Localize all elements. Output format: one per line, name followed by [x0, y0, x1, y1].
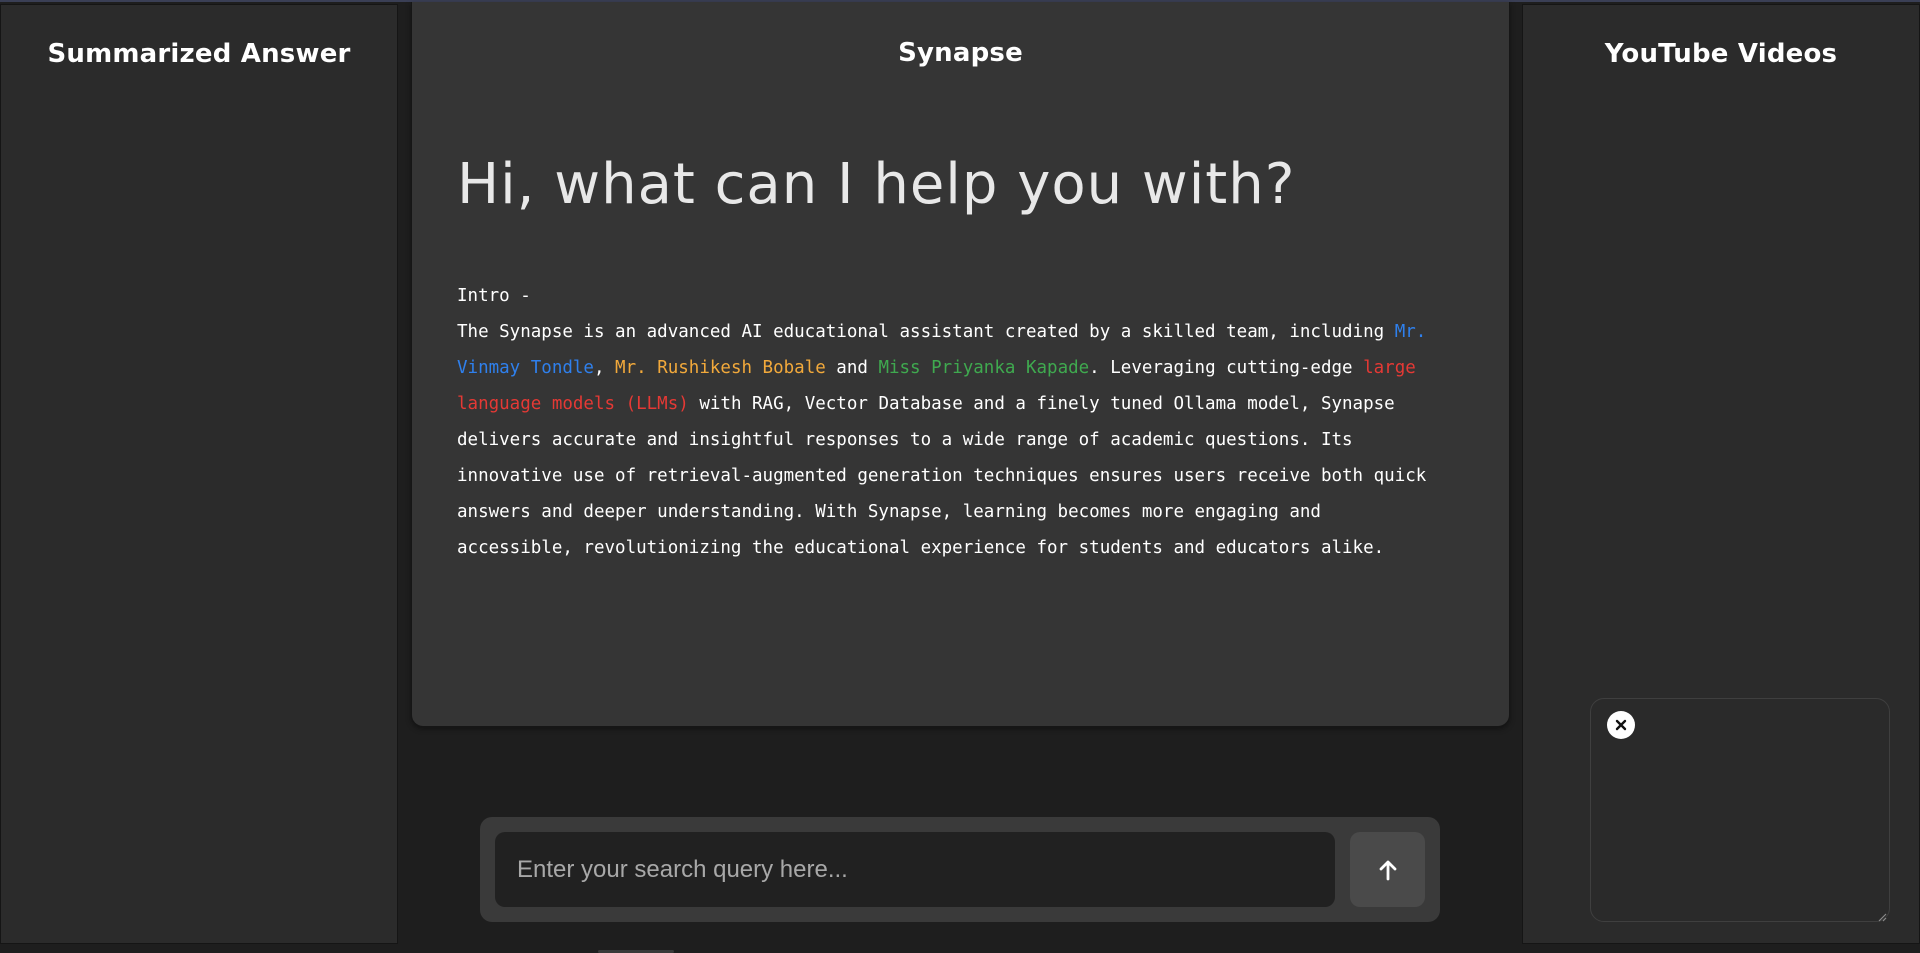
greeting-heading: Hi, what can I help you with? [457, 152, 1296, 217]
intro-separator-1: , [593, 358, 616, 378]
arrow-up-icon [1379, 860, 1396, 880]
summarized-answer-title: Summarized Answer [47, 39, 351, 69]
send-button[interactable] [1350, 832, 1425, 907]
youtube-videos-title: YouTube Videos [1604, 39, 1838, 69]
intro-text: Intro - The Synapse is an advanced AI ed… [457, 278, 1447, 566]
app-title: Synapse [898, 38, 1023, 68]
intro-paragraph: The Synapse is an advanced AI educationa… [457, 314, 1447, 566]
close-icon[interactable] [1607, 711, 1635, 739]
intro-part-2: . Leveraging cutting-edge [1089, 358, 1364, 378]
intro-part-3: with RAG, Vector Database and a finely t… [457, 394, 1427, 558]
search-input[interactable] [495, 832, 1335, 907]
intro-part-1: The Synapse is an advanced AI educationa… [457, 322, 1395, 342]
search-bar [480, 817, 1440, 922]
summarized-answer-panel: Summarized Answer [0, 4, 398, 944]
chat-card: Synapse Hi, what can I help you with? In… [411, 2, 1510, 727]
resize-grip-icon[interactable] [1875, 907, 1887, 922]
video-popup[interactable] [1590, 698, 1890, 922]
intro-heading: Intro - [457, 286, 531, 306]
team-member-3: Miss Priyanka Kapade [878, 358, 1090, 378]
intro-separator-2: and [825, 358, 879, 378]
team-member-2: Mr. Rushikesh Bobale [615, 358, 826, 378]
app-frame: Summarized Answer Synapse Hi, what can I… [0, 0, 1920, 953]
